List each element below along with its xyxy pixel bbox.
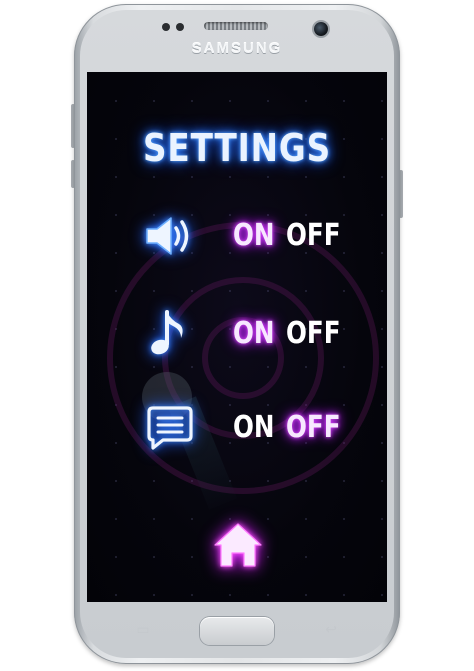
proximity-sensor [162,23,170,31]
front-camera [314,22,328,36]
chat-bubble-icon [139,398,199,458]
setting-row-sound: ON OFF [87,206,387,266]
page-title: SETTINGS [143,126,331,170]
speaker-icon [139,206,199,266]
music-on-button[interactable]: ON [233,316,275,352]
sound-off-button[interactable]: OFF [286,218,341,254]
earpiece-speaker [204,22,268,30]
setting-row-chat: ON OFF [87,398,387,458]
recent-apps-key-icon[interactable]: ▭ [132,622,154,638]
game-screen: SETTINGS ON OFF ON OFF ON OFF [87,72,387,602]
back-key-icon[interactable]: ↩ [320,622,342,638]
music-note-icon [139,304,199,364]
music-off-button[interactable]: OFF [286,316,341,352]
setting-row-music: ON OFF [87,304,387,364]
brand-logo: SAMSUNG [191,40,283,57]
sound-on-button[interactable]: ON [233,218,275,254]
light-sensor [176,23,184,31]
home-icon [214,523,262,567]
chat-on-button[interactable]: ON [233,410,275,446]
home-button[interactable] [211,518,265,572]
hardware-home-key[interactable] [200,617,274,645]
phone-mockup: SAMSUNG SETTINGS ON OFF ON OFF ON OFF ▭ … [0,0,474,671]
chat-off-button[interactable]: OFF [286,410,341,446]
